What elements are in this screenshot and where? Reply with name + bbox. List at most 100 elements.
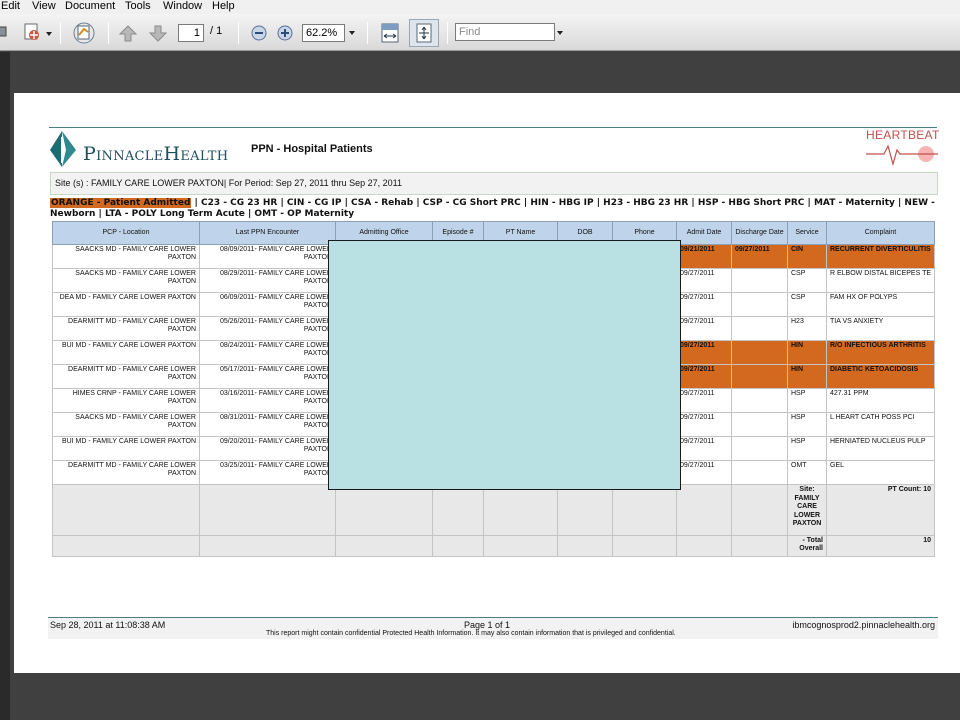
last-encounter-cell: 09/20/2011- FAMILY CARE LOWER PAXTON xyxy=(199,436,336,461)
zoom-out-icon[interactable] xyxy=(250,24,268,42)
last-encounter-cell: 08/09/2011- FAMILY CARE LOWER PAXTON xyxy=(199,244,336,269)
toolbar: 1 / 1 62.2% Find xyxy=(0,14,960,51)
find-input[interactable]: Find xyxy=(455,23,555,41)
complaint-cell: L HEART CATH POSS PCI xyxy=(826,412,935,437)
pcp-location-cell: DEARMITT MD - FAMILY CARE LOWER PAXTON xyxy=(52,460,200,485)
admit-date-cell: 09/27/2011 xyxy=(676,268,732,293)
next-page-icon[interactable] xyxy=(148,24,168,42)
col-complaint[interactable]: Complaint xyxy=(826,221,935,245)
service-cell: HSP xyxy=(787,412,827,437)
site-pt-count: PT Count: 10 xyxy=(826,484,935,536)
page-total: / 1 xyxy=(210,25,223,37)
discharge-date-cell xyxy=(731,340,788,365)
total-pt-count: 10 xyxy=(826,535,935,557)
col-last-encounter[interactable]: Last PPN Encounter xyxy=(199,221,336,245)
last-encounter-cell: 06/09/2011- FAMILY CARE LOWER PAXTON xyxy=(199,292,336,317)
admit-date-cell: 09/27/2011 xyxy=(676,340,732,365)
total-summary-row: - Total Overall 10 xyxy=(52,535,935,557)
complaint-cell: HERNIATED NUCLEUS PULP xyxy=(826,436,935,461)
heartbeat-logo: HEARTBEAT xyxy=(866,128,940,142)
complaint-cell: TIA VS ANXIETY xyxy=(826,316,935,341)
site-summary-label: Site: FAMILY CARE LOWER PAXTON xyxy=(787,484,827,536)
page-number-input[interactable]: 1 xyxy=(178,24,204,42)
pcp-location-cell: SAACKS MD - FAMILY CARE LOWER PAXTON xyxy=(52,244,200,269)
fit-width-icon[interactable] xyxy=(380,22,400,44)
col-admit-date[interactable]: Admit Date xyxy=(676,221,732,245)
report-footer: Sep 28, 2011 at 11:08:38 AM Page 1 of 1 … xyxy=(48,617,938,639)
discharge-date-cell xyxy=(731,460,788,485)
last-encounter-cell: 08/24/2011- FAMILY CARE LOWER PAXTON xyxy=(199,340,336,365)
service-cell: OMT xyxy=(787,460,827,485)
admit-date-cell: 09/27/2011 xyxy=(676,364,732,389)
pcp-location-cell: SAACKS MD - FAMILY CARE LOWER PAXTON xyxy=(52,268,200,293)
menu-tools[interactable]: Tools xyxy=(125,0,151,13)
last-encounter-cell: 08/31/2011- FAMILY CARE LOWER PAXTON xyxy=(199,412,336,437)
menu-view[interactable]: View xyxy=(32,0,56,13)
last-encounter-cell: 03/25/2011- FAMILY CARE LOWER PAXTON xyxy=(199,460,336,485)
pcp-location-cell: BUI MD - FAMILY CARE LOWER PAXTON xyxy=(52,436,200,461)
discharge-date-cell xyxy=(731,436,788,461)
complaint-cell: RECURRENT DIVERTICULITIS xyxy=(826,244,935,269)
sign-icon[interactable] xyxy=(72,21,96,45)
footer-confidential-note: This report might contain confidential P… xyxy=(266,630,676,637)
discharge-date-cell xyxy=(731,412,788,437)
report-title: PPN - Hospital Patients xyxy=(251,143,373,155)
pcp-location-cell: SAACKS MD - FAMILY CARE LOWER PAXTON xyxy=(52,412,200,437)
complaint-cell: GEL xyxy=(826,460,935,485)
discharge-date-cell xyxy=(731,388,788,413)
menu-help[interactable]: Help xyxy=(212,0,235,13)
last-encounter-cell: 05/26/2011- FAMILY CARE LOWER PAXTON xyxy=(199,316,336,341)
legend-admitted: ORANGE - Patient Admitted xyxy=(50,198,192,208)
admit-date-cell: 09/27/2011 xyxy=(676,388,732,413)
footer-page: Page 1 of 1 xyxy=(464,620,511,630)
admit-date-cell: 09/27/2011 xyxy=(676,436,732,461)
fit-page-icon xyxy=(416,23,432,43)
last-encounter-cell: 05/17/2011- FAMILY CARE LOWER PAXTON xyxy=(199,364,336,389)
service-cell: HSP xyxy=(787,436,827,461)
pinnacle-logo: PinnacleHealth xyxy=(83,143,229,165)
last-encounter-cell: 08/29/2011- FAMILY CARE LOWER PAXTON xyxy=(199,268,336,293)
complaint-cell: FAM HX OF POLYPS xyxy=(826,292,935,317)
footer-host: ibmcognosprod2.pinnaclehealth.org xyxy=(792,620,935,630)
find-dropdown-icon[interactable] xyxy=(557,31,563,35)
col-discharge-date[interactable]: Discharge Date xyxy=(731,221,788,245)
admit-date-cell: 09/27/2011 xyxy=(676,460,732,485)
discharge-date-cell xyxy=(731,364,788,389)
pcp-location-cell: DEARMITT MD - FAMILY CARE LOWER PAXTON xyxy=(52,364,200,389)
menu-bar: Edit View Document Tools Window Help xyxy=(0,0,960,14)
zoom-in-icon[interactable] xyxy=(276,24,294,42)
pcp-location-cell: DEARMITT MD - FAMILY CARE LOWER PAXTON xyxy=(52,316,200,341)
col-pcp-location[interactable]: PCP - Location xyxy=(52,221,200,245)
service-legend: ORANGE - Patient Admitted | C23 - CG 23 … xyxy=(50,198,940,220)
menu-edit[interactable]: Edit xyxy=(1,0,20,13)
redaction-box xyxy=(328,240,681,490)
col-service[interactable]: Service xyxy=(787,221,827,245)
previous-page-icon[interactable] xyxy=(118,24,138,42)
site-period-line: Site (s) : FAMILY CARE LOWER PAXTON| For… xyxy=(50,172,938,195)
discharge-date-cell xyxy=(731,292,788,317)
service-cell: HIN xyxy=(787,340,827,365)
service-cell: CSP xyxy=(787,292,827,317)
menu-window[interactable]: Window xyxy=(163,0,202,13)
site-summary-row: Site: FAMILY CARE LOWER PAXTON PT Count:… xyxy=(52,484,935,536)
discharge-date-cell xyxy=(731,268,788,293)
service-cell: H23 xyxy=(787,316,827,341)
pinnacle-logo-icon xyxy=(50,131,76,167)
fit-page-button[interactable] xyxy=(409,19,439,47)
complaint-cell: 427.31 PPM xyxy=(826,388,935,413)
zoom-level-input[interactable]: 62.2% xyxy=(302,24,345,42)
menu-document[interactable]: Document xyxy=(65,0,115,13)
attach-icon[interactable] xyxy=(22,22,42,42)
complaint-cell: R/O INFECTIOUS ARTHRITIS xyxy=(826,340,935,365)
pcp-location-cell: BUI MD - FAMILY CARE LOWER PAXTON xyxy=(52,340,200,365)
admit-date-cell: 09/27/2011 xyxy=(676,292,732,317)
admit-date-cell: 09/21/2011 xyxy=(676,244,732,269)
print-icon[interactable] xyxy=(0,24,8,40)
zoom-dropdown-icon[interactable] xyxy=(349,31,355,35)
attach-dropdown-icon[interactable] xyxy=(46,32,52,36)
footer-date: Sep 28, 2011 at 11:08:38 AM xyxy=(50,620,166,630)
heartbeat-wave-icon xyxy=(866,144,938,167)
complaint-cell: DIABETIC KETOACIDOSIS xyxy=(826,364,935,389)
pcp-location-cell: HIMES CRNP - FAMILY CARE LOWER PAXTON xyxy=(52,388,200,413)
complaint-cell: R ELBOW DISTAL BICEPES TE xyxy=(826,268,935,293)
